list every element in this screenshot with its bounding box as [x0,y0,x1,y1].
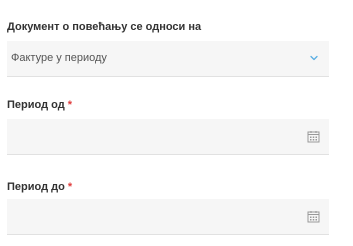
required-marker: * [67,99,73,111]
chevron-down-icon[interactable] [309,53,319,63]
required-marker: * [67,181,73,193]
period-to-label: Период до * [7,181,73,193]
period-from-date-input[interactable] [7,119,329,155]
document-relation-select[interactable]: Фактуре у периоду [7,41,329,77]
document-relation-selected-value: Фактуре у периоду [11,52,107,64]
calendar-icon[interactable] [307,210,320,223]
period-to-date-input[interactable] [7,199,329,235]
calendar-icon[interactable] [307,130,320,143]
period-from-label: Период од * [7,99,73,111]
document-relation-label: Документ о повећању се односи на [7,21,202,33]
